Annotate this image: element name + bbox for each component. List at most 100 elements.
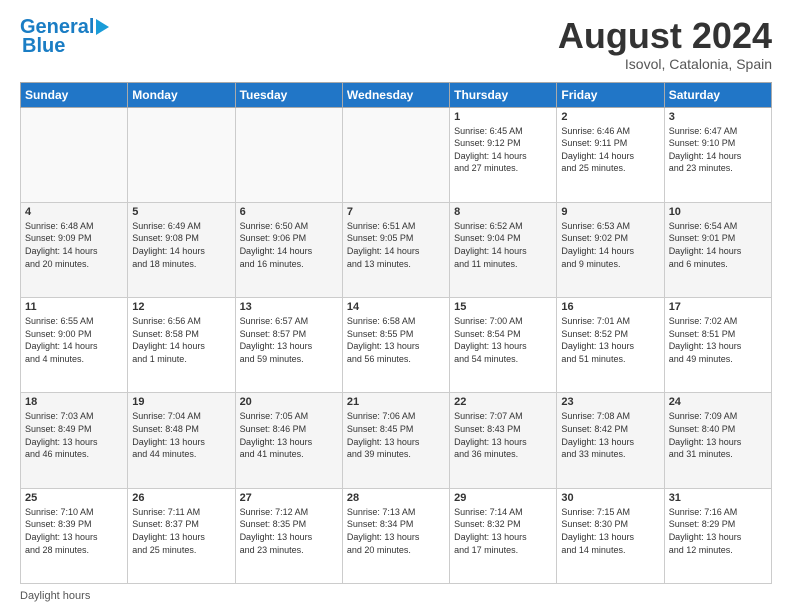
calendar-header-thursday: Thursday	[450, 82, 557, 107]
calendar-cell: 28 Sunrise: 7:13 AM Sunset: 8:34 PM Dayli…	[342, 488, 449, 583]
day-info: Sunrise: 7:16 AM Sunset: 8:29 PM Dayligh…	[669, 506, 767, 556]
day-info: Sunrise: 6:48 AM Sunset: 9:09 PM Dayligh…	[25, 220, 123, 270]
day-number: 16	[561, 301, 659, 313]
calendar-cell: 9 Sunrise: 6:53 AM Sunset: 9:02 PM Daylig…	[557, 202, 664, 297]
day-info: Sunrise: 6:58 AM Sunset: 8:55 PM Dayligh…	[347, 315, 445, 365]
calendar-cell	[21, 107, 128, 202]
day-number: 28	[347, 492, 445, 504]
day-info: Sunrise: 7:10 AM Sunset: 8:39 PM Dayligh…	[25, 506, 123, 556]
day-number: 12	[132, 301, 230, 313]
day-info: Sunrise: 7:09 AM Sunset: 8:40 PM Dayligh…	[669, 410, 767, 460]
logo-arrow-icon	[96, 19, 109, 35]
calendar-week-1: 1Sunrise: 6:45 AM Sunset: 9:12 PM Daylig…	[21, 107, 772, 202]
day-number: 9	[561, 206, 659, 218]
calendar-cell: 26Sunrise: 7:11 AM Sunset: 8:37 PM Dayli…	[128, 488, 235, 583]
calendar-cell: 31 Sunrise: 7:16 AM Sunset: 8:29 PM Dayli…	[664, 488, 771, 583]
calendar-cell: 21Sunrise: 7:06 AM Sunset: 8:45 PM Dayli…	[342, 393, 449, 488]
calendar-cell: 5 Sunrise: 6:49 AM Sunset: 9:08 PM Daylig…	[128, 202, 235, 297]
day-number: 25	[25, 492, 123, 504]
day-number: 23	[561, 396, 659, 408]
day-info: Sunrise: 7:14 AM Sunset: 8:32 PM Dayligh…	[454, 506, 552, 556]
day-info: Sunrise: 7:02 AM Sunset: 8:51 PM Dayligh…	[669, 315, 767, 365]
day-info: Sunrise: 7:05 AM Sunset: 8:46 PM Dayligh…	[240, 410, 338, 460]
day-number: 17	[669, 301, 767, 313]
day-info: Sunrise: 7:06 AM Sunset: 8:45 PM Dayligh…	[347, 410, 445, 460]
calendar-cell: 16 Sunrise: 7:01 AM Sunset: 8:52 PM Dayli…	[557, 298, 664, 393]
calendar-week-3: 11Sunrise: 6:55 AM Sunset: 9:00 PM Dayli…	[21, 298, 772, 393]
calendar-cell: 30 Sunrise: 7:15 AM Sunset: 8:30 PM Dayli…	[557, 488, 664, 583]
day-number: 24	[669, 396, 767, 408]
day-number: 2	[561, 111, 659, 123]
calendar-cell: 29 Sunrise: 7:14 AM Sunset: 8:32 PM Dayli…	[450, 488, 557, 583]
day-number: 20	[240, 396, 338, 408]
calendar-header-tuesday: Tuesday	[235, 82, 342, 107]
calendar-week-5: 25 Sunrise: 7:10 AM Sunset: 8:39 PM Dayli…	[21, 488, 772, 583]
header-right: August 2024 Isovol, Catalonia, Spain	[558, 16, 772, 72]
day-number: 8	[454, 206, 552, 218]
calendar-cell: 18Sunrise: 7:03 AM Sunset: 8:49 PM Dayli…	[21, 393, 128, 488]
day-number: 7	[347, 206, 445, 218]
day-number: 13	[240, 301, 338, 313]
calendar-cell: 24 Sunrise: 7:09 AM Sunset: 8:40 PM Dayli…	[664, 393, 771, 488]
calendar-header-monday: Monday	[128, 82, 235, 107]
page: General Blue August 2024 Isovol, Catalon…	[0, 0, 792, 612]
calendar-header-saturday: Saturday	[664, 82, 771, 107]
month-year: August 2024	[558, 16, 772, 56]
calendar-cell: 17 Sunrise: 7:02 AM Sunset: 8:51 PM Dayli…	[664, 298, 771, 393]
day-number: 5	[132, 206, 230, 218]
day-info: Sunrise: 7:00 AM Sunset: 8:54 PM Dayligh…	[454, 315, 552, 365]
day-info: Sunrise: 7:15 AM Sunset: 8:30 PM Dayligh…	[561, 506, 659, 556]
day-info: Sunrise: 7:13 AM Sunset: 8:34 PM Dayligh…	[347, 506, 445, 556]
calendar-header-friday: Friday	[557, 82, 664, 107]
day-info: Sunrise: 6:50 AM Sunset: 9:06 PM Dayligh…	[240, 220, 338, 270]
day-number: 14	[347, 301, 445, 313]
day-info: Sunrise: 6:52 AM Sunset: 9:04 PM Dayligh…	[454, 220, 552, 270]
day-info: Sunrise: 7:03 AM Sunset: 8:49 PM Dayligh…	[25, 410, 123, 460]
calendar-cell: 23 Sunrise: 7:08 AM Sunset: 8:42 PM Dayli…	[557, 393, 664, 488]
footer: Daylight hours	[20, 590, 772, 602]
calendar-cell: 15Sunrise: 7:00 AM Sunset: 8:54 PM Dayli…	[450, 298, 557, 393]
calendar-cell: 20 Sunrise: 7:05 AM Sunset: 8:46 PM Dayli…	[235, 393, 342, 488]
day-info: Sunrise: 6:56 AM Sunset: 8:58 PM Dayligh…	[132, 315, 230, 365]
day-number: 29	[454, 492, 552, 504]
calendar-cell: 27Sunrise: 7:12 AM Sunset: 8:35 PM Dayli…	[235, 488, 342, 583]
day-number: 4	[25, 206, 123, 218]
logo: General Blue	[20, 16, 109, 58]
day-number: 1	[454, 111, 552, 123]
day-number: 27	[240, 492, 338, 504]
day-info: Sunrise: 7:08 AM Sunset: 8:42 PM Dayligh…	[561, 410, 659, 460]
day-info: Sunrise: 6:57 AM Sunset: 8:57 PM Dayligh…	[240, 315, 338, 365]
day-number: 19	[132, 396, 230, 408]
day-number: 30	[561, 492, 659, 504]
day-info: Sunrise: 6:47 AM Sunset: 9:10 PM Dayligh…	[669, 125, 767, 175]
calendar-cell	[342, 107, 449, 202]
calendar-cell: 1Sunrise: 6:45 AM Sunset: 9:12 PM Daylig…	[450, 107, 557, 202]
calendar-cell: 22Sunrise: 7:07 AM Sunset: 8:43 PM Dayli…	[450, 393, 557, 488]
calendar-cell: 10Sunrise: 6:54 AM Sunset: 9:01 PM Dayli…	[664, 202, 771, 297]
daylight-label: Daylight hours	[20, 590, 90, 602]
calendar-header-wednesday: Wednesday	[342, 82, 449, 107]
calendar-cell: 14 Sunrise: 6:58 AM Sunset: 8:55 PM Dayli…	[342, 298, 449, 393]
day-info: Sunrise: 7:01 AM Sunset: 8:52 PM Dayligh…	[561, 315, 659, 365]
calendar-cell: 2 Sunrise: 6:46 AM Sunset: 9:11 PM Daylig…	[557, 107, 664, 202]
day-number: 31	[669, 492, 767, 504]
calendar-cell: 4 Sunrise: 6:48 AM Sunset: 9:09 PM Daylig…	[21, 202, 128, 297]
day-number: 26	[132, 492, 230, 504]
calendar-cell: 8 Sunrise: 6:52 AM Sunset: 9:04 PM Daylig…	[450, 202, 557, 297]
calendar-cell	[235, 107, 342, 202]
day-number: 10	[669, 206, 767, 218]
calendar-table: SundayMondayTuesdayWednesdayThursdayFrid…	[20, 82, 772, 584]
calendar-cell: 3Sunrise: 6:47 AM Sunset: 9:10 PM Daylig…	[664, 107, 771, 202]
calendar-week-4: 18Sunrise: 7:03 AM Sunset: 8:49 PM Dayli…	[21, 393, 772, 488]
calendar-cell: 7Sunrise: 6:51 AM Sunset: 9:05 PM Daylig…	[342, 202, 449, 297]
calendar-cell: 12 Sunrise: 6:56 AM Sunset: 8:58 PM Dayli…	[128, 298, 235, 393]
calendar-header-sunday: Sunday	[21, 82, 128, 107]
day-info: Sunrise: 6:49 AM Sunset: 9:08 PM Dayligh…	[132, 220, 230, 270]
calendar-cell	[128, 107, 235, 202]
calendar-header-row: SundayMondayTuesdayWednesdayThursdayFrid…	[21, 82, 772, 107]
day-info: Sunrise: 6:46 AM Sunset: 9:11 PM Dayligh…	[561, 125, 659, 175]
day-info: Sunrise: 6:53 AM Sunset: 9:02 PM Dayligh…	[561, 220, 659, 270]
calendar-week-2: 4 Sunrise: 6:48 AM Sunset: 9:09 PM Daylig…	[21, 202, 772, 297]
location: Isovol, Catalonia, Spain	[558, 56, 772, 72]
logo-blue-text: Blue	[22, 35, 65, 57]
